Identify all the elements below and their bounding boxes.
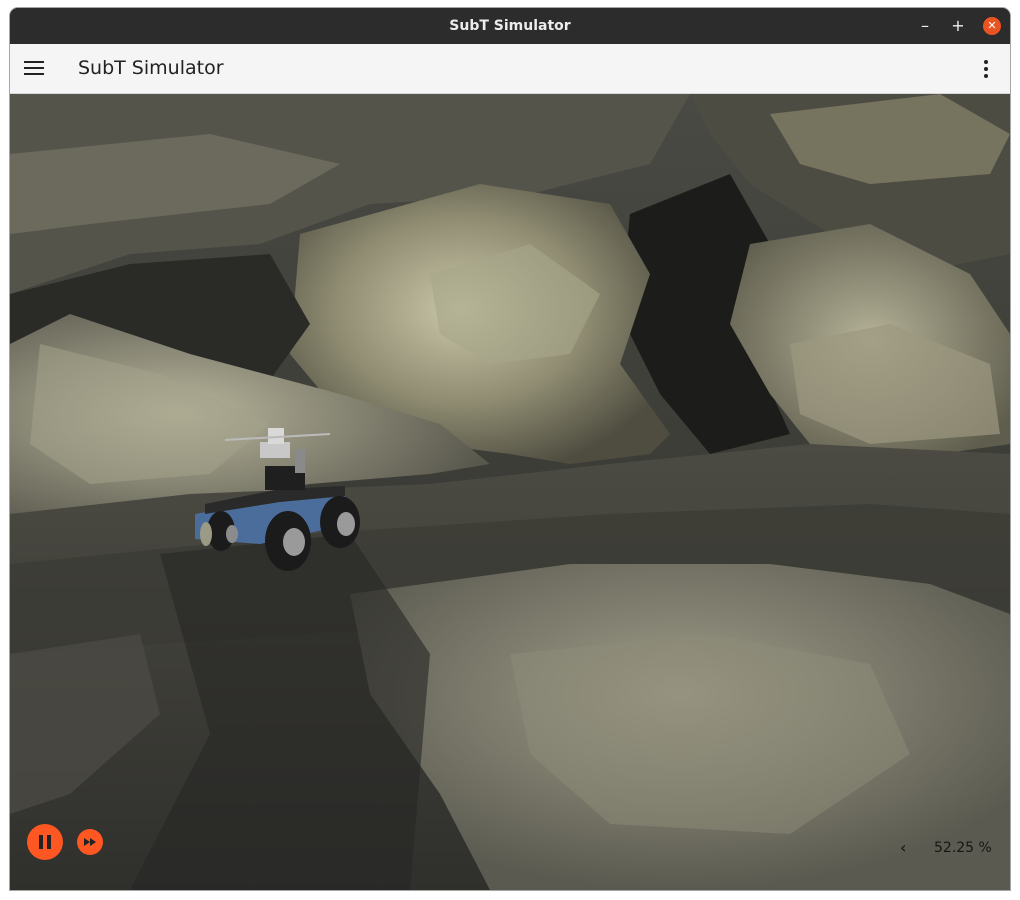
pause-button[interactable] xyxy=(27,824,63,860)
more-options-icon[interactable] xyxy=(978,58,994,80)
window-title: SubT Simulator xyxy=(449,18,571,34)
hamburger-menu-icon[interactable] xyxy=(24,60,44,76)
app-toolbar: SubT Simulator xyxy=(10,44,1010,94)
3d-scene-viewport[interactable]: ‹ 52.25 % xyxy=(10,94,1010,890)
close-button[interactable]: ✕ xyxy=(983,17,1001,35)
rtf-expand-chevron-icon[interactable]: ‹ xyxy=(900,838,914,858)
app-window: SubT Simulator – + ✕ SubT Simulator ‹ 52… xyxy=(10,8,1010,890)
cave-scene xyxy=(10,94,1010,890)
real-time-factor-label: 52.25 % xyxy=(934,840,992,856)
minimize-button[interactable]: – xyxy=(916,17,934,35)
maximize-button[interactable]: + xyxy=(949,17,967,35)
app-title: SubT Simulator xyxy=(78,57,224,79)
window-titlebar[interactable]: SubT Simulator – + ✕ xyxy=(10,8,1010,44)
step-fast-forward-button[interactable] xyxy=(77,829,103,855)
